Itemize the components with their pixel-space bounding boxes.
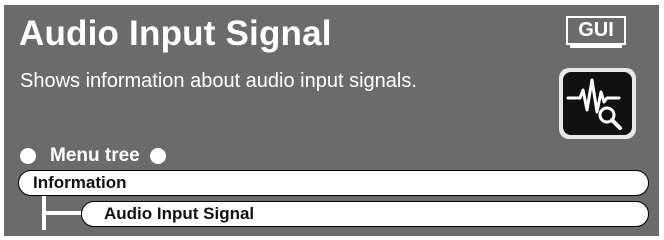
menu-item-information[interactable]: Information <box>18 170 649 196</box>
waveform-magnifier-graphic <box>566 78 622 130</box>
bullet-icon <box>149 148 166 164</box>
menu-tree-label: Menu tree <box>50 145 140 166</box>
gui-badge: GUI <box>566 16 626 50</box>
monitor-stand-icon <box>570 45 622 48</box>
page-description: Shows information about audio input sign… <box>20 70 417 92</box>
menu-tree-header: Menu tree <box>20 143 166 169</box>
page-title: Audio Input Signal <box>19 14 332 53</box>
icon-background <box>563 72 632 135</box>
gui-badge-label: GUI <box>566 16 626 45</box>
menu-item-audio-input-signal[interactable]: Audio Input Signal <box>81 201 649 227</box>
tree-connector-horizontal <box>42 211 84 215</box>
audio-waveform-magnifier-icon <box>559 68 636 139</box>
bullet-icon <box>20 148 36 164</box>
